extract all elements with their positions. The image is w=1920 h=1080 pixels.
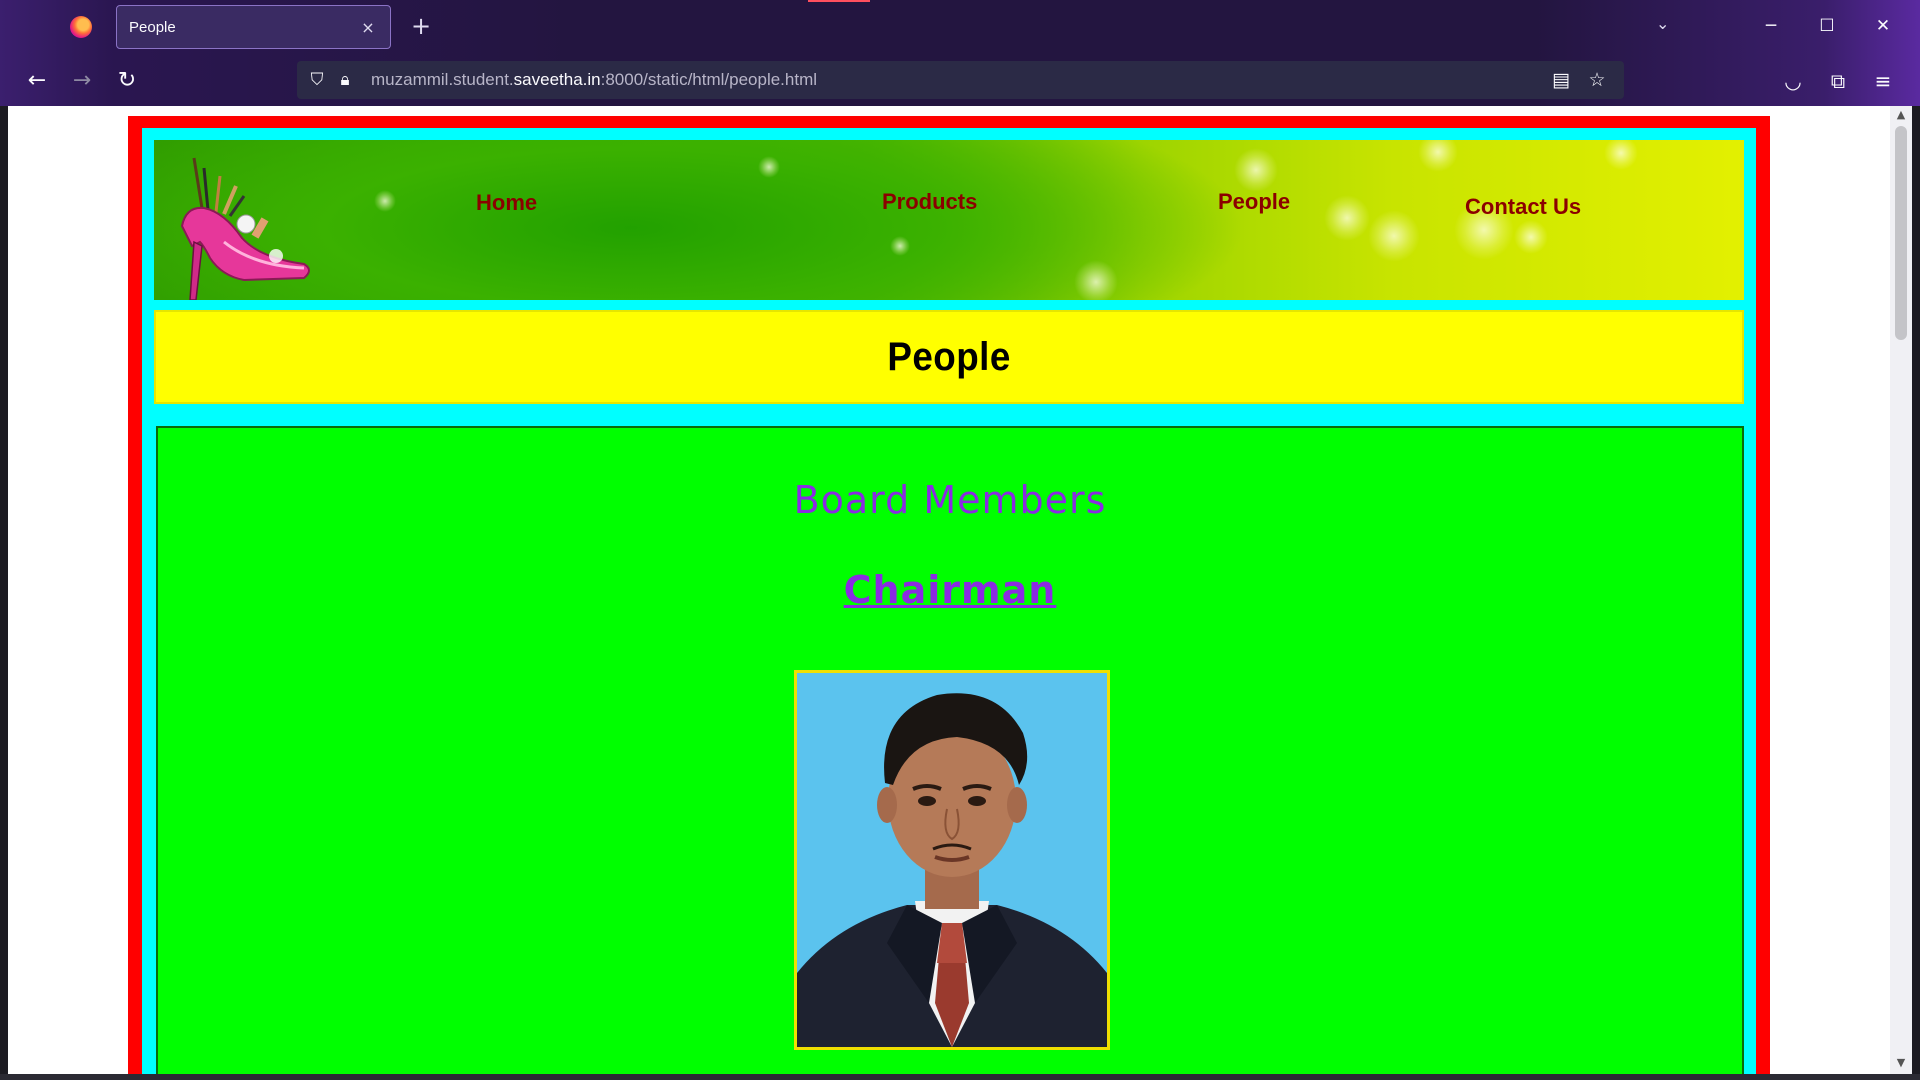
header-banner: Home Products People Contact Us <box>154 140 1744 300</box>
tab-title: People <box>129 18 176 36</box>
pocket-icon[interactable]: ◡ <box>1778 66 1808 96</box>
bokeh-bubble <box>1514 220 1548 254</box>
close-tab-icon[interactable]: × <box>358 18 378 37</box>
nav-link-products[interactable]: Products <box>882 189 977 215</box>
extensions-icon[interactable]: ⧉ <box>1823 66 1853 96</box>
high-heel-logo-icon <box>180 157 310 300</box>
inner-frame: Home Products People Contact Us People B… <box>142 128 1756 1074</box>
scroll-down-icon[interactable]: ▼ <box>1894 1056 1908 1069</box>
bokeh-bubble <box>1234 148 1278 192</box>
page-title-box: People <box>154 310 1744 404</box>
browser-chrome: People × + ⌄ ─ ☐ ✕ ← → ↻ ⛉ 🔒︎ muzammil.s… <box>0 0 1920 106</box>
vertical-scrollbar[interactable]: ▲ ▼ <box>1890 106 1912 1074</box>
bokeh-bubble <box>1604 140 1638 170</box>
bokeh-bubble <box>374 190 396 212</box>
url-path: :8000/static/html/people.html <box>600 70 818 89</box>
chairman-link[interactable]: Chairman <box>844 568 1057 612</box>
page-title: People <box>887 334 1011 379</box>
list-all-tabs-icon[interactable]: ⌄ <box>1656 14 1669 33</box>
chairman-photo <box>794 670 1110 1050</box>
tab-people[interactable]: People × <box>116 5 391 49</box>
new-tab-icon[interactable]: + <box>408 12 434 40</box>
reload-icon[interactable]: ↻ <box>112 66 142 96</box>
url-host: saveetha.in <box>513 70 601 89</box>
maximize-icon[interactable]: ☐ <box>1812 12 1842 40</box>
portrait-image <box>797 673 1107 1047</box>
window-bottom-edge <box>0 1074 1920 1080</box>
bokeh-bubble <box>1324 195 1370 241</box>
forward-icon[interactable]: → <box>67 66 97 96</box>
nav-link-home[interactable]: Home <box>476 190 537 216</box>
menu-icon[interactable]: ≡ <box>1868 66 1898 96</box>
section-title: Board Members <box>793 478 1107 522</box>
chairman-heading: Chairman <box>158 568 1742 612</box>
back-icon[interactable]: ← <box>22 66 52 96</box>
nav-link-contact-us[interactable]: Contact Us <box>1465 194 1581 220</box>
tab-bar: People × + ⌄ ─ ☐ ✕ <box>0 0 1920 54</box>
bookmark-star-icon[interactable]: ☆ <box>1584 65 1610 95</box>
scroll-thumb[interactable] <box>1895 126 1907 340</box>
nav-link-people[interactable]: People <box>1218 189 1290 215</box>
reader-view-icon[interactable]: ▤ <box>1548 65 1574 95</box>
shield-icon[interactable]: ⛉ <box>303 70 331 90</box>
navigation-toolbar: ← → ↻ ⛉ 🔒︎ muzammil.student.saveetha.in:… <box>0 54 1920 106</box>
minimize-icon[interactable]: ─ <box>1756 12 1786 40</box>
url-host-prefix: muzammil.student. <box>371 70 514 89</box>
url-text[interactable]: muzammil.student.saveetha.in:8000/static… <box>371 70 817 90</box>
firefox-logo-icon <box>70 16 92 38</box>
url-bar[interactable]: ⛉ 🔒︎ muzammil.student.saveetha.in:8000/s… <box>297 61 1624 99</box>
lock-icon[interactable]: 🔒︎ <box>331 70 359 90</box>
scroll-up-icon[interactable]: ▲ <box>1894 108 1908 121</box>
board-members-section: Board Members Chairman <box>156 426 1744 1074</box>
bokeh-bubble <box>1074 260 1118 300</box>
page-viewport: Home Products People Contact Us People B… <box>8 106 1890 1074</box>
shoe-logo <box>164 146 314 300</box>
bokeh-bubble <box>758 156 780 178</box>
bokeh-bubble <box>1368 210 1420 262</box>
close-window-icon[interactable]: ✕ <box>1868 12 1898 40</box>
bokeh-bubble <box>1418 140 1458 172</box>
bokeh-bubble <box>890 236 910 256</box>
outer-frame: Home Products People Contact Us People B… <box>128 116 1770 1074</box>
tab-accent-line <box>808 0 870 2</box>
